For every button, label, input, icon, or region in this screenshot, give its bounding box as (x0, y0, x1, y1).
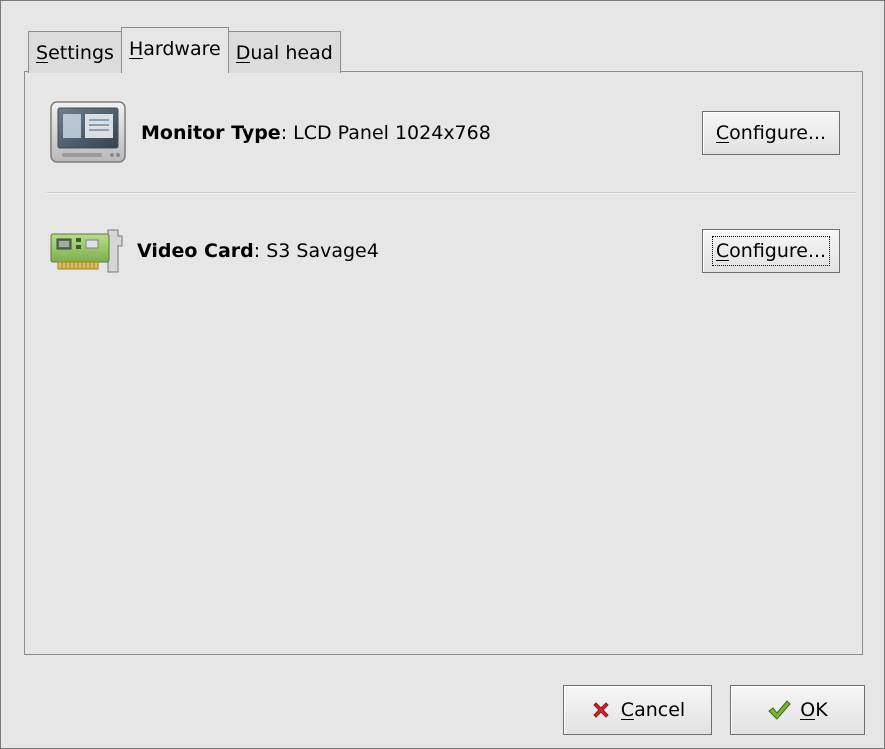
video-card-configure-button[interactable]: Configure... (702, 229, 840, 273)
video-card-icon (47, 223, 125, 279)
ok-mnemonic: O (800, 699, 816, 721)
video-card-configure-rest: onfigure... (729, 240, 827, 262)
cancel-label: Cancel (620, 699, 686, 721)
tab-hardware[interactable]: Hardware (120, 27, 229, 75)
display-settings-dialog: Settings Hardware Dual head Monitor Type… (0, 0, 885, 749)
tab-bar: Settings Hardware Dual head (28, 27, 341, 75)
tab-hardware-label: ardware (143, 37, 221, 60)
cancel-mnemonic: C (620, 699, 635, 721)
video-card-configure-label: Configure... (711, 236, 831, 266)
video-card-label: Video Card (137, 240, 254, 262)
ok-label: OK (800, 699, 828, 721)
monitor-icon (47, 99, 129, 167)
cancel-button[interactable]: Cancel (563, 685, 712, 735)
video-card-configure-mnemonic: C (715, 240, 730, 262)
tab-settings[interactable]: Settings (28, 31, 122, 73)
video-card-value: : S3 Savage4 (253, 240, 379, 262)
checkmark-icon (767, 699, 791, 721)
separator (47, 192, 856, 194)
ok-rest: K (815, 699, 828, 721)
monitor-configure-mnemonic: C (715, 122, 730, 144)
monitor-type-value: : LCD Panel 1024x768 (280, 122, 491, 144)
tab-settings-mnemonic: S (36, 41, 49, 64)
cancel-x-icon (590, 699, 612, 721)
tab-dual-head[interactable]: Dual head (227, 31, 341, 73)
tab-settings-label: ettings (48, 41, 114, 64)
monitor-configure-rest: onfigure... (729, 122, 827, 144)
tab-dual-head-mnemonic: D (235, 41, 251, 64)
video-card-row: Video Card: S3 Savage4 Configure... (47, 222, 840, 280)
tab-dual-head-label: ual head (250, 41, 333, 64)
ok-button[interactable]: OK (730, 685, 865, 735)
cancel-rest: ancel (634, 699, 686, 721)
tab-hardware-mnemonic: H (128, 37, 144, 60)
monitor-row: Monitor Type: LCD Panel 1024x768 Configu… (47, 98, 840, 168)
monitor-type-label: Monitor Type (141, 122, 281, 144)
video-card-text: Video Card: S3 Savage4 (137, 240, 702, 262)
monitor-type-text: Monitor Type: LCD Panel 1024x768 (141, 122, 702, 144)
monitor-configure-button[interactable]: Configure... (702, 111, 840, 155)
hardware-tab-panel: Monitor Type: LCD Panel 1024x768 Configu… (24, 71, 863, 655)
monitor-configure-label: Configure... (715, 122, 827, 144)
